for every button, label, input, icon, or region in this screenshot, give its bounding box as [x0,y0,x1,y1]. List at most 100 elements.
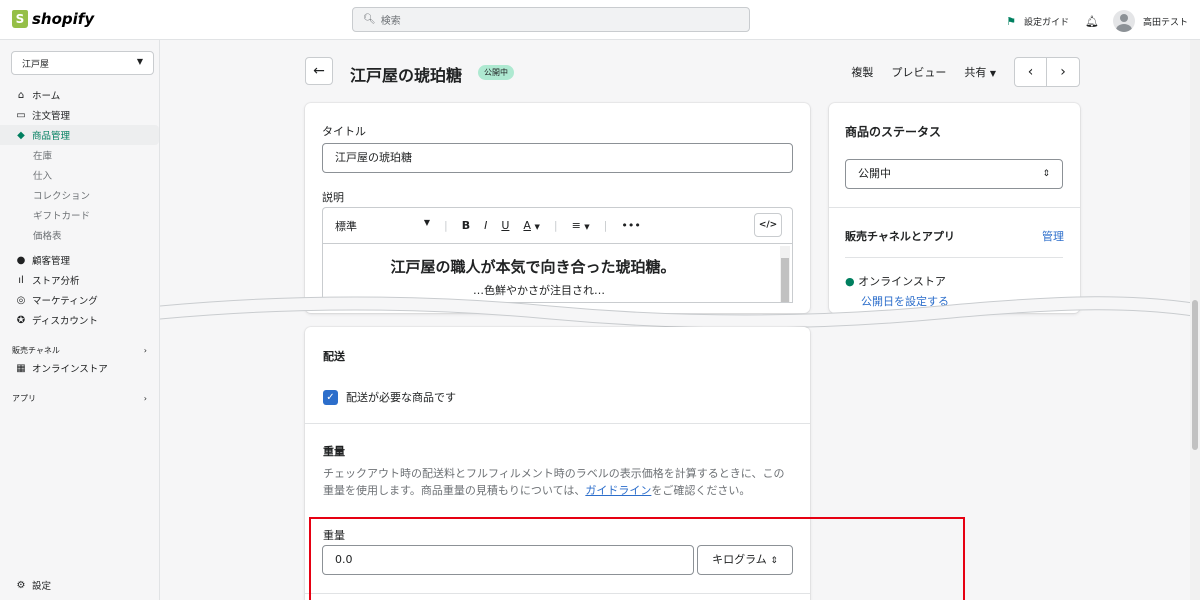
green-dot-icon: ● [845,275,855,288]
sidebar-item-label: コレクション [33,191,91,202]
search-input[interactable]: 🔍︎ 検索 [352,7,750,32]
sidebar-item-label: ディスカウント [32,316,98,327]
tag-icon: ◆ [17,129,25,141]
divider [845,257,1063,258]
sidebar-item-label: 商品管理 [32,131,71,142]
status-select[interactable]: 公開中 ⇕ [845,159,1063,189]
target-icon: ◎ [16,294,26,306]
status-select-value: 公開中 [858,167,891,180]
person-icon: ● [16,254,26,266]
page-title: 江戸屋の琥珀糖 [350,66,463,85]
product-card: タイトル 江戸屋の琥珀糖 説明 標準 ▼ | B I U A ▼ | ≡ ▼ | … [305,103,810,313]
channels-title: 販売チャネルとアプリ [845,230,955,243]
page-scrollbar[interactable] [1190,40,1200,600]
sidebar-item-label: 在庫 [33,151,53,162]
sidebar-item-purchase[interactable]: 仕入 [0,165,159,185]
code-view-button[interactable]: </> [754,213,782,237]
sidebar-item-label: ギフトカード [33,211,91,222]
checkbox-label: 配送が必要な商品です [346,391,456,404]
share-label: 共有 [964,66,987,79]
sidebar-item-label: オンラインストア [32,364,108,375]
sidebar-item-orders[interactable]: ▭ 注文管理 [0,105,159,125]
text-color-label: A [523,219,531,232]
next-product-button[interactable]: › [1047,58,1079,86]
sidebar-item-discounts[interactable]: ✪ ディスカウント [0,310,159,330]
channel-label: オンラインストア [858,275,946,288]
avatar[interactable] [1112,10,1135,32]
format-select[interactable]: 標準 ▼ [335,218,430,234]
online-store-channel: ● オンラインストア [845,273,946,289]
editor-toolbar: 標準 ▼ | B I U A ▼ | ≡ ▼ | ••• </> [322,207,793,243]
align-button[interactable]: ≡ ▼ [572,219,590,232]
section-label: 販売チャネル [12,345,60,355]
sidebar-item-label: 顧客管理 [32,256,71,267]
share-button[interactable]: 共有 ▼ [964,64,996,80]
underline-button[interactable]: U [501,219,509,232]
store-icon: ▦ [16,362,26,374]
sidebar-item-home[interactable]: ⌂ ホーム [0,85,159,105]
title-input[interactable]: 江戸屋の琥珀糖 [322,143,793,173]
weight-section-title: 重量 [323,445,345,458]
logo-text: shopify [32,10,95,28]
highlight-box [309,517,965,600]
divider [305,423,810,424]
sidebar-item-label: 価格表 [33,231,62,242]
store-selector[interactable]: 江戸屋 ▼ [11,51,154,75]
sidebar-item-marketing[interactable]: ◎ マーケティング [0,290,159,310]
bell-icon[interactable]: 🔔︎ [1085,15,1099,28]
setup-guide-link[interactable]: 設定ガイド [1024,15,1069,28]
text-color-button[interactable]: A ▼ [523,219,539,232]
back-button[interactable]: ← [305,57,333,85]
status-card: 商品のステータス 公開中 ⇕ 販売チャネルとアプリ 管理 ● オンラインストア … [829,103,1080,313]
top-bar: S shopify 🔍︎ 検索 ⚑ 設定ガイド 🔔︎ 高田テスト [0,0,1200,40]
sidebar-item-label: 設定 [32,581,52,592]
sidebar-item-collections[interactable]: コレクション [0,185,159,205]
pager: ‹ › [1014,57,1080,87]
weight-description: チェックアウト時の配送料とフルフィルメント時のラベルの表示価格を計算するときに、… [323,465,795,499]
italic-button[interactable]: I [484,219,487,232]
sidebar-item-products[interactable]: ◆ 商品管理 [0,125,159,145]
sidebar-item-label: ストア分析 [32,276,80,287]
sidebar: 江戸屋 ▼ ⌂ ホーム ▭ 注文管理 ◆ 商品管理 在庫 仕入 コレクション ギフトカ… [0,40,160,600]
sidebar-item-label: マーケティング [32,296,98,307]
sidebar-section-sales-channels[interactable]: 販売チャネル › [0,340,159,360]
duplicate-button[interactable]: 複製 [851,64,873,80]
sidebar-item-settings[interactable]: ⚙ 設定 [0,575,159,595]
caret-down-icon: ▼ [989,69,996,78]
manage-link[interactable]: 管理 [1042,228,1064,244]
user-name[interactable]: 高田テスト [1143,15,1188,28]
inbox-icon: ▭ [16,109,26,121]
sidebar-item-inventory[interactable]: 在庫 [0,145,159,165]
align-icon: ≡ [571,219,581,232]
prev-product-button[interactable]: ‹ [1015,58,1047,86]
sidebar-item-online-store[interactable]: ▦ オンラインストア [0,358,159,378]
guideline-link[interactable]: ガイドライン [585,484,651,497]
sidebar-section-apps[interactable]: アプリ › [0,388,159,408]
bar-chart-icon: ıl [18,274,24,286]
sidebar-item-customers[interactable]: ● 顧客管理 [0,250,159,270]
desc-text: をご確認ください。 [651,484,751,497]
checkmark-icon: ✓ [323,389,338,405]
shipping-title: 配送 [323,350,345,363]
title-label: タイトル [322,125,366,138]
flag-icon: ⚑ [1006,14,1016,28]
discount-icon: ✪ [16,314,26,326]
bold-button[interactable]: B [462,219,470,232]
chevron-right-icon: › [143,393,147,403]
shopify-logo[interactable]: S shopify [12,10,94,28]
sidebar-item-price-lists[interactable]: 価格表 [0,225,159,245]
sidebar-item-analytics[interactable]: ıl ストア分析 [0,270,159,290]
sidebar-item-gift-cards[interactable]: ギフトカード [0,205,159,225]
home-icon: ⌂ [17,89,25,101]
preview-button[interactable]: プレビュー [891,64,946,80]
more-button[interactable]: ••• [621,219,640,232]
description-label: 説明 [322,191,344,204]
caret-down-icon: ▼ [584,223,590,231]
format-label: 標準 [335,219,357,233]
shopify-bag-icon: S [12,10,28,28]
section-label: アプリ [12,393,36,403]
requires-shipping-checkbox[interactable]: ✓ 配送が必要な商品です [323,389,456,405]
search-icon: 🔍︎ [363,14,376,25]
divider [829,207,1080,208]
sidebar-item-label: 仕入 [33,171,53,182]
